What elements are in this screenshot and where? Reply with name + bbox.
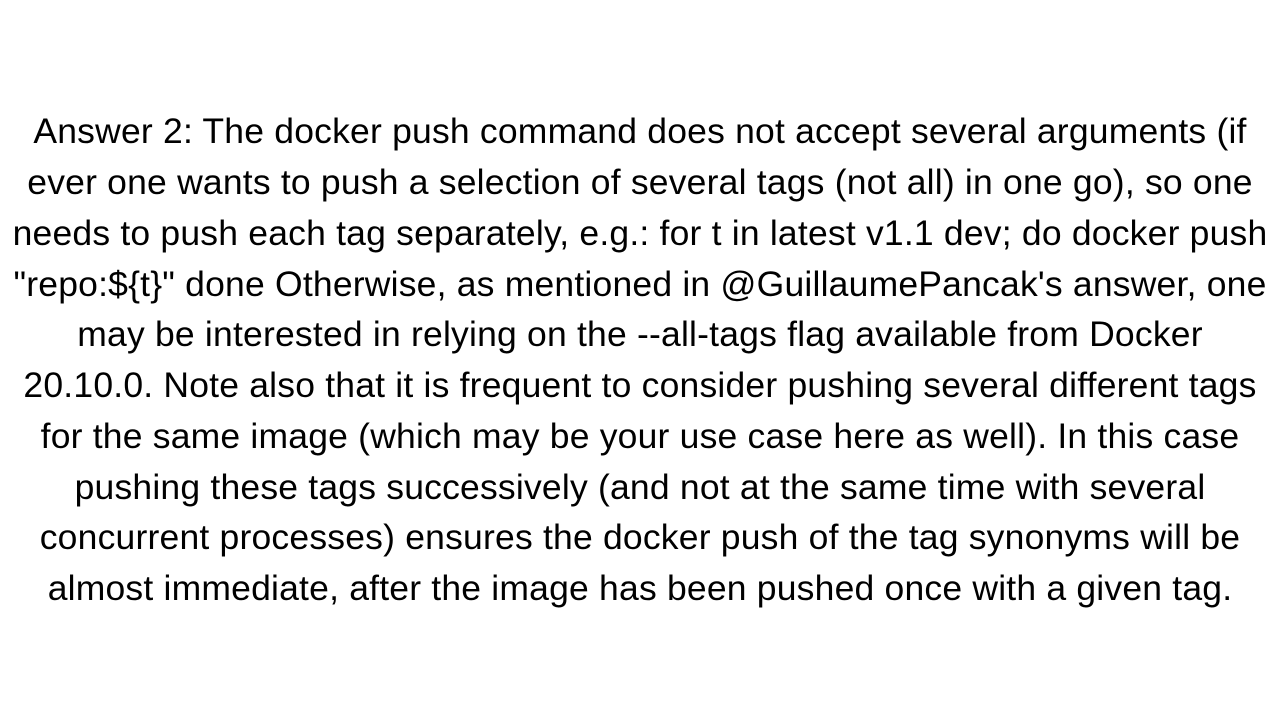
document-container: Answer 2: The docker push command does n…: [0, 0, 1280, 720]
answer-text: Answer 2: The docker push command does n…: [12, 106, 1268, 614]
